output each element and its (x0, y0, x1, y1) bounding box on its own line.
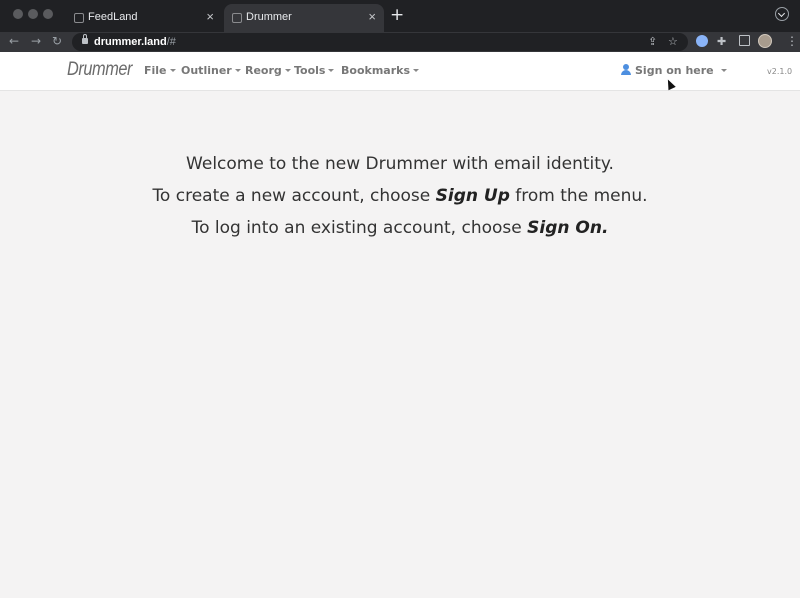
sign-up-emphasis: Sign Up (435, 186, 510, 206)
menu-outliner[interactable]: Outliner (181, 64, 241, 77)
menu-bookmarks[interactable]: Bookmarks (341, 64, 419, 77)
caret-down-icon (234, 69, 241, 72)
tab-title: FeedLand (88, 11, 138, 23)
user-icon (621, 64, 631, 75)
sign-on-emphasis: Sign On. (527, 218, 609, 238)
caret-down-icon (328, 69, 335, 72)
puzzle-icon[interactable]: ✚ (717, 35, 726, 48)
tab-search-icon[interactable] (775, 7, 789, 21)
caret-down-icon (169, 69, 176, 72)
close-window-button[interactable] (13, 9, 23, 19)
address-bar[interactable]: drummer.land/# ⇪ ☆ (72, 33, 688, 51)
lock-icon[interactable] (82, 34, 88, 44)
extension-icon[interactable] (696, 35, 708, 47)
close-tab-icon[interactable]: × (206, 9, 214, 24)
menu-file[interactable]: File (144, 64, 176, 77)
signon-instruction: To log into an existing account, choose … (191, 218, 609, 238)
zoom-window-button[interactable] (43, 9, 53, 19)
url-text: drummer.land/# (94, 36, 176, 48)
back-icon[interactable]: ← (9, 34, 19, 48)
forward-icon[interactable]: → (31, 34, 41, 48)
brand-logo[interactable]: Drummer (67, 59, 133, 81)
tab-drummer[interactable]: Drummer × (224, 4, 384, 32)
reload-icon[interactable]: ↻ (52, 34, 62, 48)
version-label: v2.1.0 (767, 67, 793, 76)
signup-instruction: To create a new account, choose Sign Up … (152, 186, 648, 206)
star-icon[interactable]: ☆ (668, 35, 678, 48)
menu-tools[interactable]: Tools (294, 64, 335, 77)
sidebar-icon[interactable] (739, 35, 750, 46)
feedland-favicon-icon (74, 13, 84, 23)
browser-toolbar: ← → ↻ drummer.land/# ⇪ ☆ ✚ ⋮ (0, 32, 800, 52)
tab-feedland[interactable]: FeedLand × (66, 4, 222, 32)
caret-down-icon (413, 69, 419, 72)
minimize-window-button[interactable] (28, 9, 38, 19)
share-icon[interactable]: ⇪ (648, 35, 657, 48)
caret-down-icon (720, 69, 727, 72)
welcome-line: Welcome to the new Drummer with email id… (186, 154, 614, 174)
menu-reorg[interactable]: Reorg (245, 64, 291, 77)
app-navbar: Drummer File Outliner Reorg Tools Bookma… (0, 52, 800, 91)
avatar[interactable] (758, 34, 772, 48)
drummer-favicon-icon (232, 13, 242, 23)
caret-down-icon (284, 69, 291, 72)
sign-on-menu[interactable]: Sign on here (621, 64, 727, 77)
kebab-menu-icon[interactable]: ⋮ (786, 34, 798, 48)
browser-tab-strip: FeedLand × Drummer × + (0, 0, 800, 32)
close-tab-icon[interactable]: × (368, 9, 376, 24)
new-tab-button[interactable]: + (390, 5, 404, 25)
tab-title: Drummer (246, 11, 292, 23)
